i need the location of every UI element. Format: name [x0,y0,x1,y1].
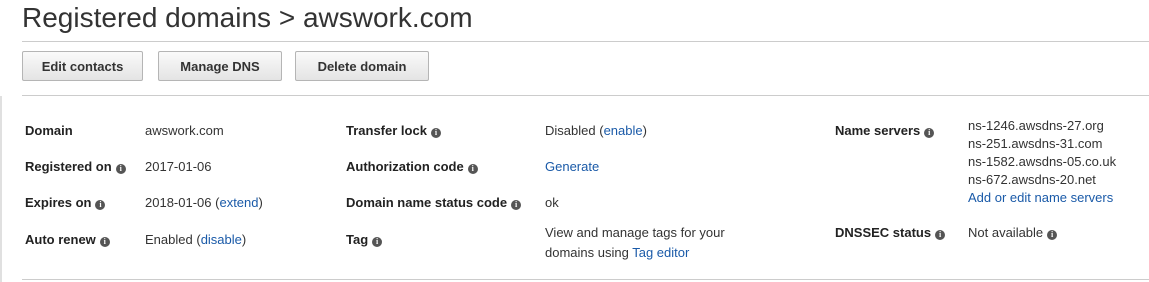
transfer-lock-value: Disabled (enable) [545,123,647,138]
tag-description-line2: domains using Tag editor [545,245,690,260]
disable-link[interactable]: disable [201,232,242,247]
add-or-edit-name-servers-link[interactable]: Add or edit name servers [968,190,1113,205]
authorization-code-value: Generate [545,158,599,175]
delete-domain-button[interactable]: Delete domain [295,51,429,81]
name-server-item: ns-251.awsdns-31.com [968,136,1103,151]
registered-on-label: Registered on i [25,158,126,175]
domain-name-status-code-value: ok [545,195,559,210]
expires-on-value: 2018-01-06 (extend) [145,195,263,210]
name-servers-label: Name servers i [835,122,935,139]
transfer-lock-label: Transfer lock i [346,122,441,139]
edit-contacts-button[interactable]: Edit contacts [22,51,143,81]
info-icon[interactable]: i [115,164,126,174]
dnssec-status-label: DNSSEC status i [835,224,946,241]
enable-link[interactable]: enable [604,123,643,138]
info-icon[interactable]: i [99,237,110,247]
info-icon[interactable]: i [372,237,383,247]
name-servers-list: ns-1246.awsdns-27.org ns-251.awsdns-31.c… [968,117,1116,207]
info-icon[interactable]: i [924,128,935,138]
header-divider [22,41,1149,42]
tag-description-line1: View and manage tags for your [545,225,725,240]
name-server-item: ns-1246.awsdns-27.org [968,118,1104,133]
domain-label: Domain [25,123,73,138]
tag-label: Tag i [346,231,383,248]
auto-renew-label: Auto renew i [25,231,110,248]
generate-link[interactable]: Generate [545,159,599,174]
panel-edge [0,96,2,282]
name-server-item: ns-1582.awsdns-05.co.uk [968,154,1117,169]
info-icon[interactable]: i [935,230,946,240]
info-icon[interactable]: i [1047,230,1058,240]
tag-editor-link[interactable]: Tag editor [632,245,689,260]
manage-dns-button[interactable]: Manage DNS [158,51,282,81]
details-bottom-divider [22,279,1149,280]
registered-on-value: 2017-01-06 [145,159,212,174]
breadcrumb-parent: Registered domains [22,2,272,33]
info-icon[interactable]: i [430,128,441,138]
authorization-code-label: Authorization code i [346,158,478,175]
name-server-item: ns-672.awsdns-20.net [968,172,1096,187]
expires-on-label: Expires on i [25,194,106,211]
domain-value: awswork.com [145,123,224,138]
info-icon[interactable]: i [95,200,106,210]
extend-link[interactable]: extend [219,195,258,210]
breadcrumb-separator: > [278,2,296,33]
domain-name-status-code-label: Domain name status code i [346,194,522,211]
auto-renew-value: Enabled (disable) [145,232,247,247]
toolbar-divider [22,95,1149,96]
page-title: Registered domains > awswork.com [22,2,473,34]
info-icon[interactable]: i [467,164,478,174]
dnssec-status-value: Not available i [968,224,1058,241]
info-icon[interactable]: i [511,200,522,210]
breadcrumb-current: awswork.com [302,2,473,33]
